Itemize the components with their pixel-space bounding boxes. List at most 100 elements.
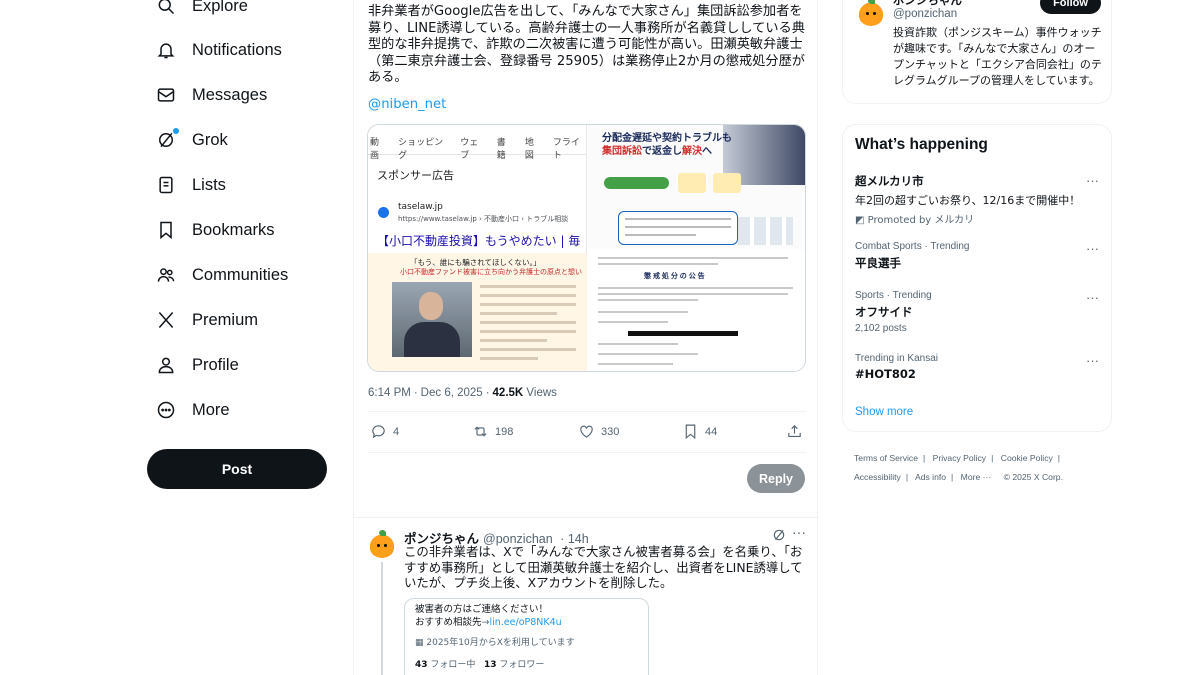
trend-title: #HOT802 [855,367,916,381]
trend-promoted: ◩ Promoted by メルカリ [855,211,1105,226]
following-label: フォロー中 [430,660,476,670]
trend-title: 超メルカリ市 [855,174,924,188]
grok-icon[interactable] [772,528,786,542]
share-action[interactable] [786,423,803,440]
quoted-profile-card[interactable]: 被害者の方はご連絡ください！ おすすめ相談先→lin.ee/oP8NK4u ▦ … [404,598,649,675]
bookmark-icon [685,424,696,440]
who-to-follow-card: ポンジちゃん @ponzichan Follow 投資詐欺（ポンジスキーム）事件… [842,0,1112,104]
nav-more[interactable]: More [155,390,230,430]
nav-lists[interactable]: Lists [155,165,226,205]
trend-description: 年2回の超すごいお祭り、12/16まで開催中！ [855,194,1081,207]
nav-lists-label: Lists [192,175,226,194]
heart-icon [580,425,593,438]
media-image-search-ad[interactable]: 動画 ショッピング ウェブ 書籍 地図 フライト スポンサー広告 taselaw… [368,125,587,371]
followers-count: 13 [484,660,497,670]
nav-premium-label: Premium [192,310,259,329]
whats-happening-panel: What’s happening 超メルカリ市 年2回の超すごいお祭り、12/1… [842,124,1112,432]
trend-title: 平良選手 [855,256,901,270]
post-button[interactable]: Post [147,449,327,489]
headline-red: 集団訴訟 [602,146,642,157]
retweet-icon [474,426,487,437]
bookmark-action[interactable]: 44 [682,423,717,440]
card-joined-text: 2025年10月からXを利用しています [426,638,575,648]
profile-handle[interactable]: @ponzichan [893,8,957,20]
card-line-1: 被害者の方はご連絡ください！ [415,604,549,615]
card-joined: ▦ 2025年10月からXを利用しています [415,635,638,648]
nav-notifications[interactable]: Notifications [155,30,282,70]
search-tabs: 動画 ショッピング ウェブ 書籍 地図 フライト [368,125,587,161]
more-options-icon[interactable]: ··· [1086,353,1099,368]
reply-button[interactable]: Reply [747,464,805,493]
trend-context: Sports · Trending [855,290,932,301]
views-label: Views [526,387,557,399]
footer-terms-link[interactable]: Terms of Service [854,453,918,463]
nav-premium[interactable]: Premium [155,300,258,340]
show-more-link[interactable]: Show more [855,406,913,418]
discipline-notice-document: 懲 戒 処 分 の 公 告 [588,249,805,371]
tweet-time[interactable]: 6:14 PM [368,387,411,399]
following-count: 43 [415,660,428,670]
footer-copyright: © 2025 X Corp. [1003,472,1063,482]
nav-profile[interactable]: Profile [155,345,239,385]
tweet-mention-link[interactable]: @niben_net [368,97,446,112]
x-logo-icon [155,309,177,331]
card-line-2: おすすめ相談先→lin.ee/oP8NK4u [415,617,562,628]
person-icon [155,354,177,376]
reply-count: 4 [393,425,400,438]
media-image-lawsuit-ad[interactable]: 分配金遅延や契約トラブルも 集団訴訟で返金し解決へ 懲 戒 処 分 の 公 告 [588,125,805,371]
search-tab: フライト [552,138,580,161]
follow-button[interactable]: Follow [1040,0,1101,14]
like-action[interactable]: 330 [578,423,619,440]
more-options-icon[interactable]: ··· [1086,173,1099,188]
more-options-icon[interactable]: ··· [1086,241,1099,256]
nav-messages-label: Messages [192,85,268,104]
nav-grok[interactable]: Grok [155,120,228,160]
nav-communities[interactable]: Communities [155,255,288,295]
divider [368,452,806,453]
notice-title: 懲 戒 処 分 の 公 告 [644,273,705,280]
trend-item[interactable]: Combat Sports · Trending 平良選手 ··· [855,241,1105,271]
nav-messages[interactable]: Messages [155,75,267,115]
footer-cookie-link[interactable]: Cookie Policy [1001,453,1053,463]
thread-line [381,562,383,675]
trend-item[interactable]: Trending in Kansai #HOT802 ··· [855,353,1105,381]
grok-icon [155,128,179,151]
list-icon [155,174,177,196]
reply-tweet[interactable]: ポンジちゃん @ponzichan · 14h ··· この非弁業者は、Xで「みん… [354,517,819,675]
trend-item[interactable]: 超メルカリ市 年2回の超すごいお祭り、12/16まで開催中！ ◩ Promote… [855,173,1105,226]
search-icon [155,0,177,17]
footer-links: Terms of Service | Privacy Policy | Cookie… [854,453,1063,482]
views-count: 42.5K [492,387,524,399]
reply-action[interactable]: 4 [370,423,399,440]
avatar[interactable] [368,530,396,558]
nav-notifications-label: Notifications [192,40,282,59]
redaction-bar [628,331,738,336]
profile-name[interactable]: ポンジちゃん [893,0,962,8]
more-options-icon[interactable]: ··· [1086,290,1099,305]
nav-bookmarks-label: Bookmarks [192,220,275,239]
tweet-date[interactable]: Dec 6, 2025 [421,387,483,399]
footer-accessibility-link[interactable]: Accessibility [854,472,901,482]
footer-more-link[interactable]: More ··· [961,472,992,482]
footer-ads-link[interactable]: Ads info [915,472,946,482]
tweet-media[interactable]: 動画 ショッピング ウェブ 書籍 地図 フライト スポンサー広告 taselaw… [367,124,806,372]
headline-end: へ [702,146,712,157]
tweet-text: 非弁業者がGoogle広告を出して、「みんなで大家さん」集団訴訟参加者を募り、L… [368,4,805,86]
more-options-icon[interactable]: ··· [792,524,806,540]
avatar[interactable] [857,0,885,26]
nav-bookmarks[interactable]: Bookmarks [155,210,275,250]
retweet-action[interactable]: 198 [472,423,513,440]
ad-title: 【小口不動産投資】もうやめたい | 毎 [377,234,581,248]
stat-badge [713,173,741,193]
illustration [738,217,793,245]
promoted-icon: ◩ [855,215,868,226]
nav-explore[interactable]: Explore [155,0,248,26]
people-icon [155,264,177,286]
trend-promoted-text: Promoted by メルカリ [867,215,975,226]
bell-icon [155,39,177,61]
trend-item[interactable]: Sports · Trending オフサイド 2,102 posts ··· [855,290,1105,334]
card-link[interactable]: lin.ee/oP8NK4u [489,617,561,628]
footer-privacy-link[interactable]: Privacy Policy [933,453,986,463]
bookmark-count: 44 [705,425,718,438]
globe-icon [378,207,389,218]
